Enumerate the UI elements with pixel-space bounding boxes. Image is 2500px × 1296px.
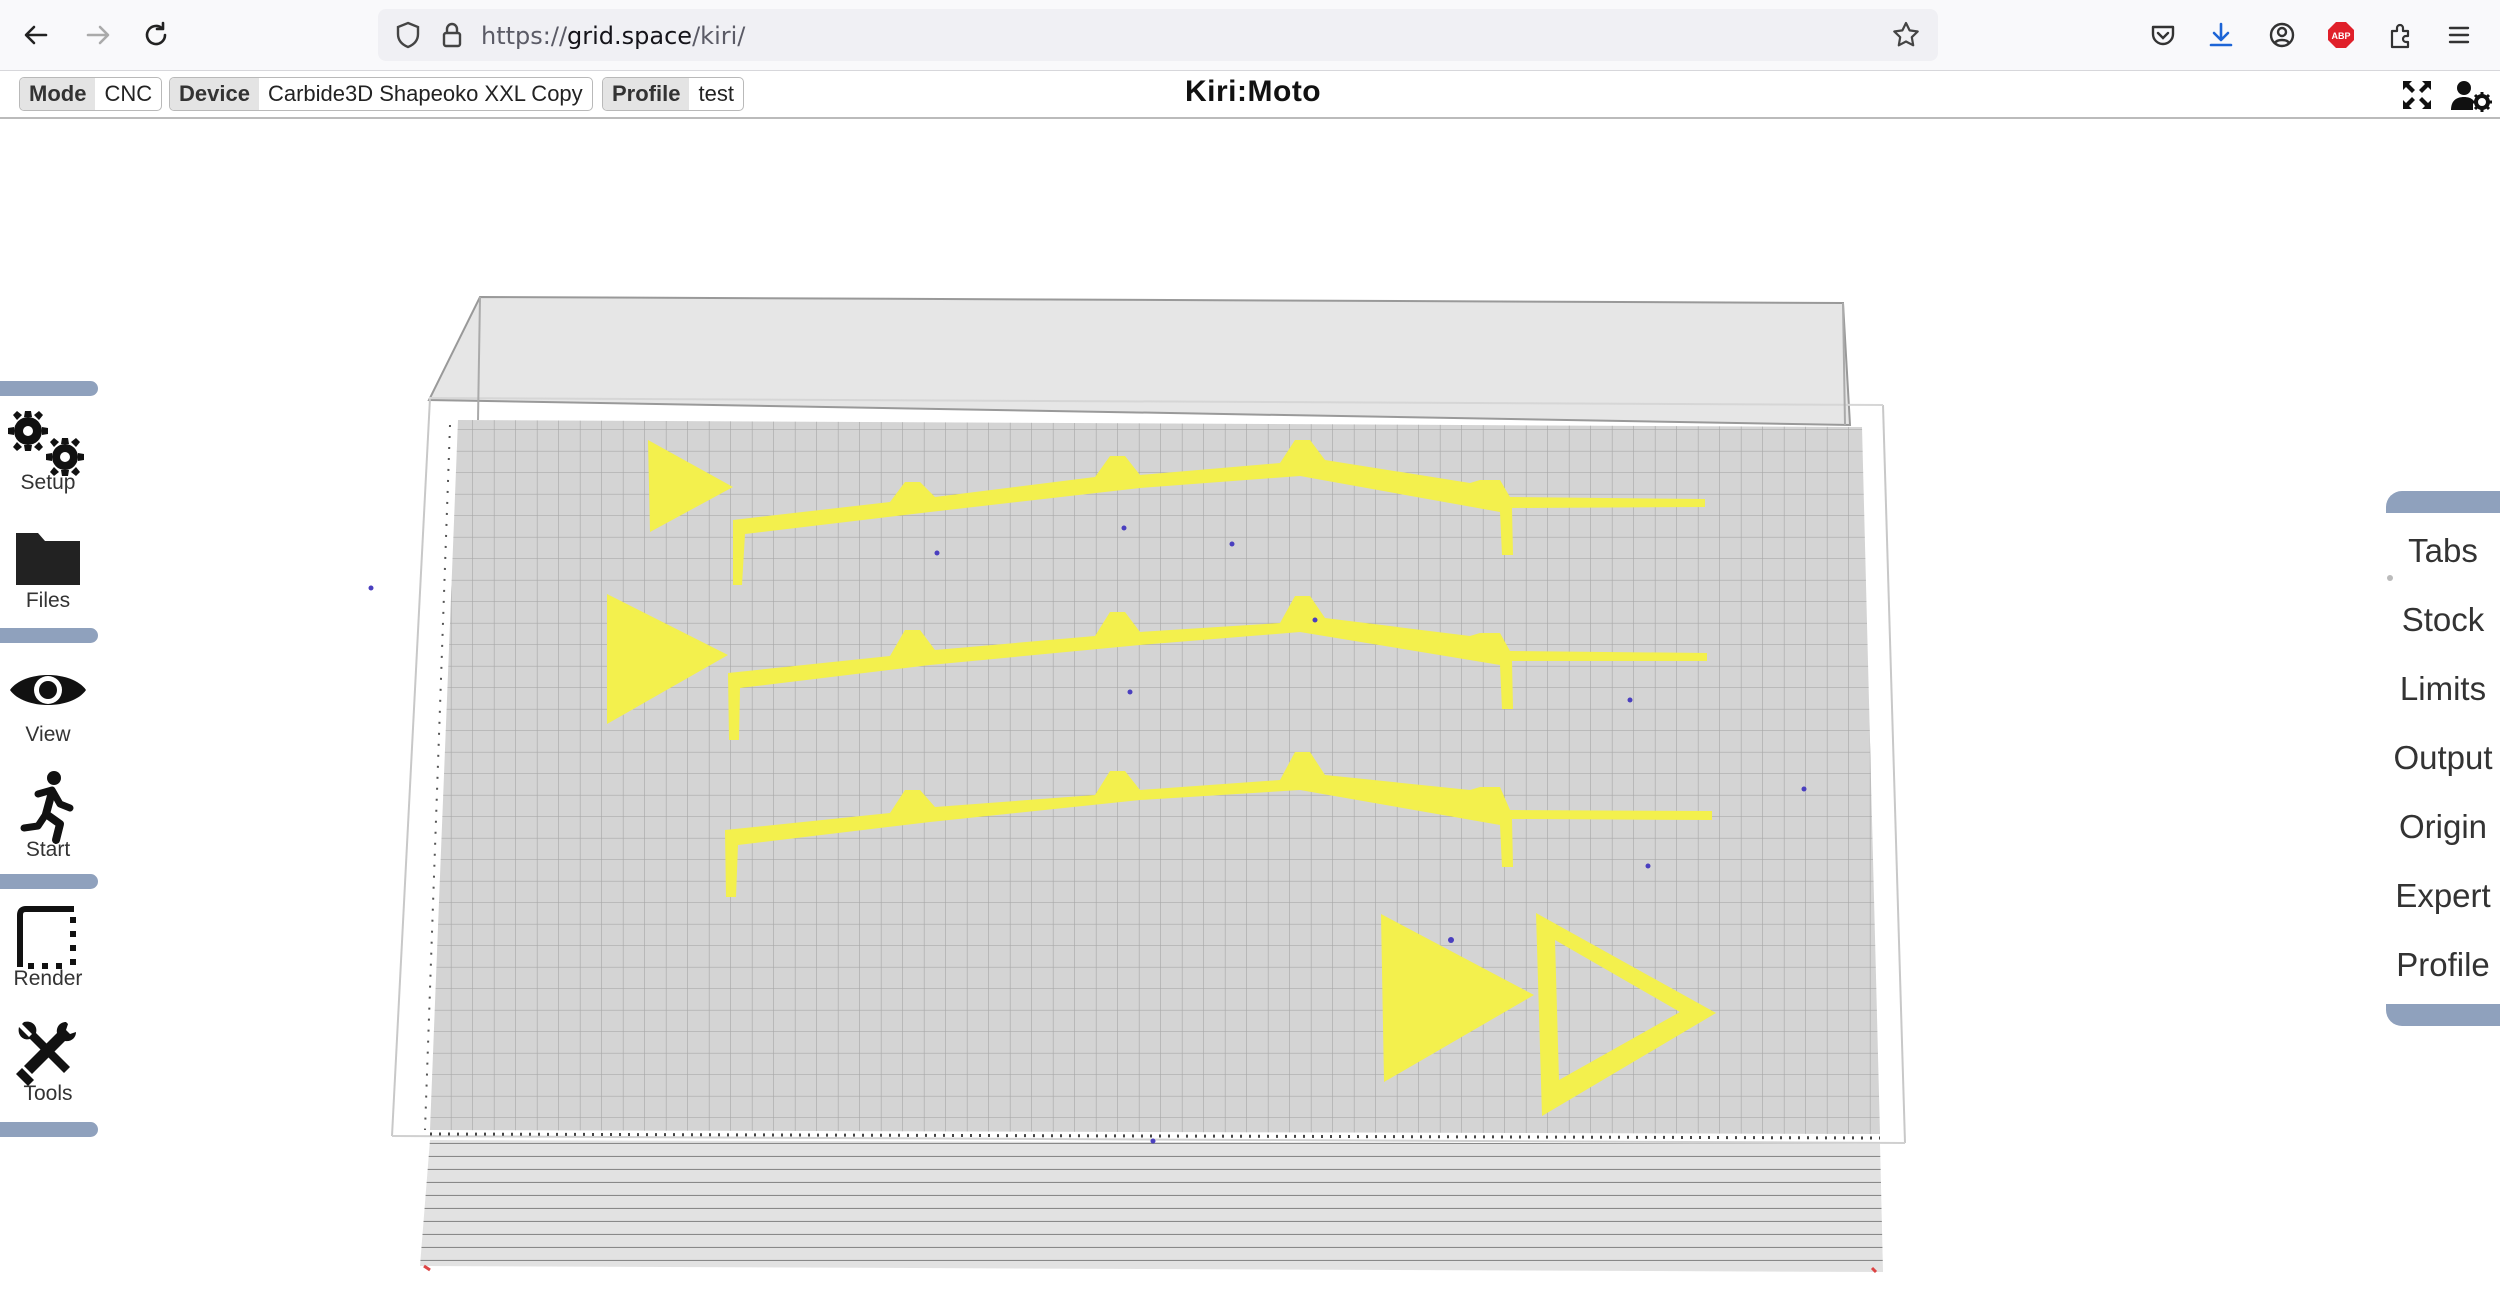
profile-selector[interactable]: Profile test — [602, 77, 744, 111]
profile-label: Profile — [603, 78, 690, 110]
bed-grid — [420, 420, 1883, 1274]
menu-setup-label: Setup — [20, 471, 76, 494]
hamburger-menu-icon[interactable] — [2443, 19, 2475, 51]
menu-start-label: Start — [25, 838, 71, 861]
right-menu-top-cap — [2386, 491, 2500, 513]
pocket-icon[interactable] — [2147, 19, 2179, 51]
left-menu-separator — [0, 381, 98, 396]
menu-files-label: Files — [25, 589, 71, 612]
menu-output[interactable]: Output — [2386, 728, 2500, 788]
url-bar[interactable]: https://grid.space/kiri/ — [378, 9, 1938, 61]
account-icon[interactable] — [2266, 19, 2298, 51]
forward-icon[interactable] — [80, 17, 116, 53]
url-text[interactable]: https://grid.space/kiri/ — [481, 22, 745, 50]
bookmark-star-icon[interactable] — [1890, 19, 1922, 51]
app-top-bar: Mode CNC Device Carbide3D Shapeoko XXL C… — [0, 71, 2500, 119]
user-settings-icon[interactable] — [2450, 78, 2492, 112]
download-icon[interactable] — [2205, 19, 2237, 51]
menu-view[interactable]: View — [0, 660, 96, 770]
menu-stock[interactable]: Stock — [2386, 590, 2500, 650]
left-menu-separator — [0, 628, 98, 643]
device-selector[interactable]: Device Carbide3D Shapeoko XXL Copy — [169, 77, 593, 111]
menu-origin[interactable]: Origin — [2386, 797, 2500, 857]
menu-profile[interactable]: Profile — [2386, 935, 2500, 995]
fullscreen-icon[interactable] — [2400, 78, 2434, 112]
menu-tools[interactable]: Tools — [0, 1018, 96, 1128]
mode-value[interactable]: CNC — [95, 78, 161, 110]
device-label: Device — [170, 78, 259, 110]
menu-limits[interactable]: Limits — [2386, 659, 2500, 719]
right-menu-bottom-cap — [2386, 1004, 2500, 1026]
menu-render[interactable]: Render — [0, 905, 96, 1015]
menu-setup[interactable]: Setup — [0, 405, 96, 515]
adblock-icon[interactable]: ABP — [2325, 19, 2357, 51]
left-menu-separator — [0, 1122, 98, 1137]
3d-workspace[interactable] — [0, 118, 2500, 1296]
menu-start[interactable]: Start — [0, 770, 96, 880]
back-icon[interactable] — [18, 17, 54, 53]
svg-text:ABP: ABP — [2331, 31, 2350, 41]
bed-viewport[interactable] — [0, 118, 2500, 1296]
running-person-icon — [8, 770, 88, 845]
menu-tabs[interactable]: Tabs — [2386, 521, 2500, 581]
mode-label: Mode — [20, 78, 96, 110]
menu-render-label: Render — [13, 967, 83, 990]
reload-icon[interactable] — [138, 17, 174, 53]
profile-value[interactable]: test — [689, 78, 742, 110]
menu-view-label: View — [25, 723, 71, 746]
browser-toolbar: https://grid.space/kiri/ ABP — [0, 0, 2500, 71]
mode-selector[interactable]: Mode CNC — [19, 77, 163, 111]
device-value[interactable]: Carbide3D Shapeoko XXL Copy — [259, 78, 592, 110]
shield-icon[interactable] — [392, 19, 424, 51]
lock-icon[interactable] — [436, 19, 468, 51]
gears-icon — [8, 405, 88, 480]
brand-logo: Kiri:Moto — [1185, 75, 1322, 108]
menu-expert[interactable]: Expert — [2386, 866, 2500, 926]
menu-tools-label: Tools — [23, 1082, 73, 1105]
extensions-icon[interactable] — [2385, 19, 2417, 51]
menu-files[interactable]: Files — [0, 527, 96, 637]
left-menu-separator — [0, 874, 98, 889]
